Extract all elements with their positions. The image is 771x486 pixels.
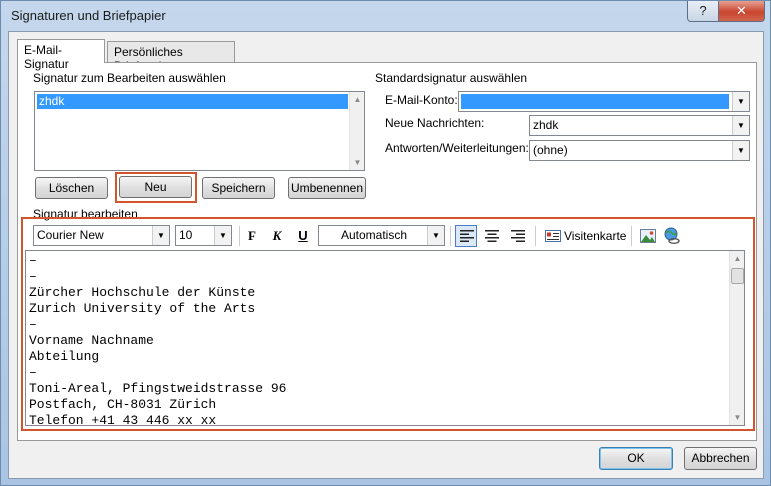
chevron-down-icon[interactable]: ▼	[732, 116, 749, 135]
signature-line: Postfach, CH-8031 Zürich	[29, 397, 217, 412]
ok-button[interactable]: OK	[599, 447, 673, 470]
signature-line: Abteilung	[29, 349, 100, 364]
title-bar[interactable]: Signaturen und Briefpapier ? ✕	[1, 1, 770, 31]
picture-icon	[640, 229, 656, 243]
business-card-button[interactable]: Visitenkarte	[541, 225, 627, 247]
font-color-select[interactable]: Automatisch ▼	[318, 225, 445, 246]
help-button[interactable]: ?	[687, 1, 719, 22]
insert-picture-button[interactable]	[637, 225, 659, 247]
email-account-label: E-Mail-Konto:	[385, 93, 458, 107]
signature-line: Zurich University of the Arts	[29, 301, 256, 316]
business-card-label: Visitenkarte	[564, 229, 627, 243]
signature-line: –	[29, 365, 37, 380]
signature-line: –	[29, 253, 37, 268]
chevron-down-icon[interactable]: ▼	[152, 226, 169, 245]
email-account-selection	[461, 94, 729, 109]
font-size-select[interactable]: 10 ▼	[175, 225, 232, 246]
replies-forwards-label: Antworten/Weiterleitungen:	[385, 141, 529, 155]
signature-line: –	[29, 317, 37, 332]
new-messages-select[interactable]: zhdk ▼	[529, 115, 750, 136]
select-signature-label: Signatur zum Bearbeiten auswählen	[33, 71, 226, 85]
scroll-down-icon[interactable]: ▼	[350, 155, 365, 170]
align-right-button[interactable]	[507, 225, 529, 247]
business-card-icon	[545, 230, 561, 242]
chevron-down-icon[interactable]: ▼	[732, 141, 749, 160]
window-title: Signaturen und Briefpapier	[11, 8, 166, 23]
scroll-down-icon[interactable]: ▼	[730, 410, 744, 425]
align-right-icon	[511, 230, 525, 242]
signature-line: Vorname Nachname	[29, 333, 154, 348]
signature-list-scrollbar[interactable]: ▲ ▼	[349, 92, 364, 170]
underline-button[interactable]: U	[292, 225, 314, 247]
dialog-window: Signaturen und Briefpapier ? ✕ E-Mail-Si…	[0, 0, 771, 486]
scroll-thumb[interactable]	[731, 268, 744, 284]
tab-personal-stationery[interactable]: Persönliches Briefpapier	[107, 41, 235, 73]
delete-button[interactable]: Löschen	[35, 177, 108, 199]
hyperlink-globe-icon	[664, 227, 680, 244]
align-left-button[interactable]	[455, 225, 477, 247]
default-signature-label: Standardsignatur auswählen	[375, 71, 528, 85]
signature-line: Toni-Areal, Pfingstweidstrasse 96	[29, 381, 287, 396]
signature-line: Zürcher Hochschule der Künste	[29, 285, 256, 300]
email-account-select[interactable]: ▼	[458, 91, 750, 112]
insert-hyperlink-button[interactable]	[661, 225, 683, 247]
new-messages-label: Neue Nachrichten:	[385, 116, 485, 130]
tab-email-signature[interactable]: E-Mail-Signatur	[17, 39, 105, 71]
scroll-up-icon[interactable]: ▲	[350, 92, 365, 107]
toolbar-separator	[450, 226, 451, 246]
editor-scrollbar[interactable]: ▲ ▼	[729, 251, 744, 425]
font-family-select[interactable]: Courier New ▼	[33, 225, 170, 246]
new-button[interactable]: Neu	[119, 176, 192, 198]
rename-button[interactable]: Umbenennen	[288, 177, 366, 199]
signature-line: –	[29, 269, 37, 284]
scroll-up-icon[interactable]: ▲	[730, 251, 744, 266]
list-item[interactable]: zhdk	[37, 94, 348, 109]
align-center-icon	[485, 230, 499, 242]
align-left-icon	[460, 230, 474, 242]
signature-line: Telefon +41 43 446 xx xx	[29, 413, 217, 426]
signature-text[interactable]: – – Zürcher Hochschule der Künste Zurich Un…	[29, 253, 287, 426]
signature-list[interactable]: zhdk ▲ ▼	[34, 91, 365, 171]
chevron-down-icon[interactable]: ▼	[427, 226, 444, 245]
save-button[interactable]: Speichern	[202, 177, 275, 199]
align-center-button[interactable]	[481, 225, 503, 247]
chevron-down-icon[interactable]: ▼	[214, 226, 231, 245]
bold-button[interactable]: F	[241, 225, 263, 247]
signature-editor[interactable]: – – Zürcher Hochschule der Künste Zurich Un…	[25, 250, 745, 426]
dialog-client-area: E-Mail-Signatur Persönliches Briefpapier…	[8, 31, 764, 479]
toolbar-separator	[631, 226, 632, 246]
cancel-button[interactable]: Abbrechen	[684, 447, 757, 470]
chevron-down-icon[interactable]: ▼	[732, 92, 749, 111]
close-button[interactable]: ✕	[718, 1, 765, 22]
italic-button[interactable]: K	[266, 225, 288, 247]
toolbar-separator	[239, 226, 240, 246]
replies-forwards-select[interactable]: (ohne) ▼	[529, 140, 750, 161]
toolbar-separator	[535, 226, 536, 246]
